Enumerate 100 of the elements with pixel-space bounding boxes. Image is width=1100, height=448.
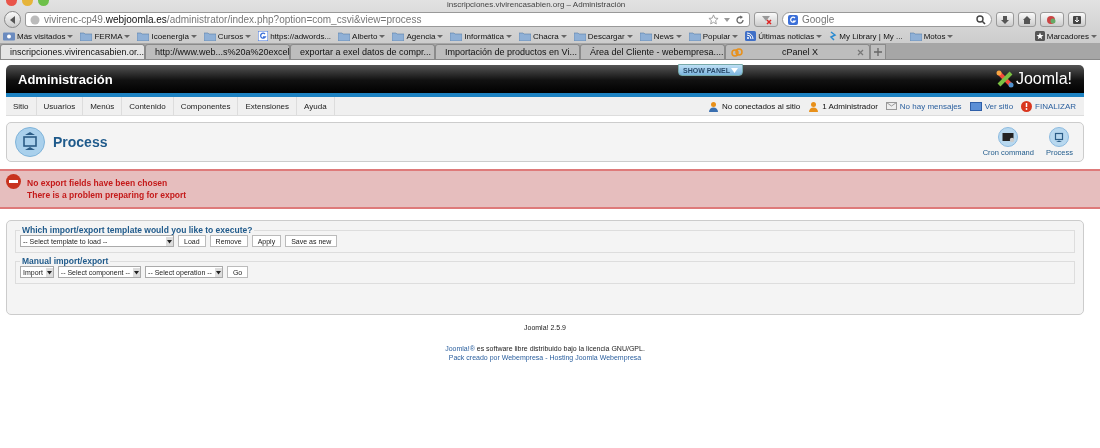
user-icon: [707, 100, 719, 112]
admin-title: Administración: [18, 71, 113, 87]
bookmark-item[interactable]: Icoenergia: [137, 31, 197, 41]
folder-icon: [450, 31, 463, 41]
screen-icon: [15, 127, 45, 157]
browser-tab[interactable]: exportar a exel datos de compr...: [290, 44, 435, 59]
menu-item[interactable]: Usuarios: [36, 97, 84, 115]
caret-icon: [437, 33, 444, 39]
menu-item[interactable]: Componentes: [173, 97, 239, 115]
g-letter-icon: [258, 31, 269, 41]
chain-icon: [731, 47, 743, 57]
bookmark-item[interactable]: Últimas noticias: [745, 31, 823, 41]
dropdown-icon: [214, 267, 222, 277]
bookmark-item[interactable]: Alberto: [338, 31, 386, 41]
caret-icon: [626, 33, 633, 39]
star-icon: [1034, 31, 1045, 41]
menu-item[interactable]: Menús: [83, 97, 123, 115]
bookmark-item[interactable]: Popular: [688, 31, 739, 41]
browser-tab[interactable]: Área del Cliente - webempresa....: [580, 44, 725, 59]
caret-icon: [947, 33, 954, 39]
error-text: There is a problem preparing for export: [27, 190, 187, 200]
bookmark-item[interactable]: Agencia: [392, 31, 444, 41]
caret-icon: [560, 33, 567, 39]
folder-icon: [688, 31, 701, 41]
reload-icon[interactable]: [735, 14, 745, 25]
screen-icon: [1049, 127, 1070, 147]
star-icon[interactable]: [708, 14, 719, 25]
status-link[interactable]: 1 Administrador: [808, 97, 878, 115]
menu-item[interactable]: Contenido: [122, 97, 174, 115]
caret-icon: [245, 33, 252, 39]
bookmark-item[interactable]: Motos: [909, 31, 954, 41]
globe-icon: [30, 14, 40, 25]
monitor-icon: [969, 101, 982, 111]
menu-item[interactable]: Sitio: [6, 97, 37, 115]
bookmark-item[interactable]: FERMA: [80, 31, 131, 41]
blocked-download-icon: [760, 14, 772, 25]
bookmark-item[interactable]: Más visitados: [3, 31, 74, 41]
folder-icon: [573, 31, 586, 41]
bookmark-item[interactable]: News: [639, 31, 682, 41]
power-icon: [1021, 100, 1033, 112]
caret-icon: [190, 33, 197, 39]
folder-icon: [518, 31, 531, 41]
extension-button[interactable]: [1040, 12, 1064, 27]
caret-icon: [730, 67, 738, 73]
browser-tab[interactable]: http://www.web...s%20a%20excel: [145, 44, 290, 59]
user-icon: [808, 100, 820, 112]
folder-icon: [203, 31, 216, 41]
status-link[interactable]: Ver sitio: [969, 97, 1014, 115]
bookmark-item[interactable]: Informática: [450, 31, 512, 41]
folder-icon: [338, 31, 351, 41]
brand-name: Joomla!: [1015, 70, 1072, 88]
bookmark-item[interactable]: My Library | My ...: [829, 31, 903, 41]
downloads-button[interactable]: [996, 12, 1014, 27]
status-link[interactable]: FINALIZAR: [1021, 97, 1076, 115]
caret-icon: [505, 33, 512, 39]
dropdown-icon[interactable]: [723, 15, 731, 24]
joomla-logo-icon: [995, 70, 1014, 88]
no-entry-icon: [6, 174, 21, 189]
dropdown-icon: [166, 236, 173, 246]
dropdown-icon: [133, 267, 141, 277]
squiggle-icon: [829, 31, 838, 41]
menu-item[interactable]: Ayuda: [297, 97, 335, 115]
home-icon: [1022, 14, 1032, 25]
address-field[interactable]: vivirenc-cp49.webjoomla.es/administrator/index.php?option=com_csvi&view=process: [25, 12, 750, 27]
bookmarks-menu[interactable]: Marcadores: [1034, 31, 1097, 41]
bookmark-folder-icon: [3, 31, 15, 41]
menu-button[interactable]: [1068, 12, 1086, 27]
envelope-icon: [885, 101, 897, 111]
browser-tab[interactable]: Importación de productos en Vi...: [435, 44, 580, 59]
browser-tab[interactable]: inscripciones.vivirencasabien.or...: [0, 44, 145, 59]
addon-button[interactable]: [754, 12, 778, 27]
bookmark-item[interactable]: Cursos: [203, 31, 252, 41]
plus-icon: [874, 48, 882, 56]
caret-icon: [124, 33, 131, 39]
menu-item[interactable]: Extensiones: [238, 97, 298, 115]
folder-icon: [392, 31, 405, 41]
search-icon[interactable]: [976, 14, 986, 25]
dropdown-icon: [45, 267, 53, 277]
new-tab-button[interactable]: [870, 44, 886, 59]
bookmark-item[interactable]: Chacra: [518, 31, 567, 41]
section-legend: Which import/export template would you like to execute?: [20, 225, 255, 235]
section-legend: Manual import/export: [20, 256, 111, 266]
back-button[interactable]: [4, 11, 21, 28]
window-title: inscripciones.vivirencasabien.org – Administración: [447, 0, 626, 10]
folder-icon: [639, 31, 652, 41]
status-link[interactable]: No hay mensajes: [885, 97, 962, 115]
caret-icon: [732, 33, 739, 39]
search-field[interactable]: Google: [782, 12, 992, 27]
bookmark-item[interactable]: https://adwords...: [258, 31, 332, 41]
caret-icon: [379, 33, 386, 39]
google-icon: [788, 14, 798, 25]
folder-icon: [137, 31, 150, 41]
folder-icon: [909, 31, 922, 41]
extension-icon: [1046, 14, 1058, 25]
bookmark-item[interactable]: Descargar: [573, 31, 633, 41]
terminal-icon: [998, 127, 1019, 147]
close-icon[interactable]: [857, 48, 864, 56]
status-link[interactable]: No conectados al sitio: [707, 97, 801, 115]
browser-tab[interactable]: cPanel X: [725, 44, 870, 59]
home-button[interactable]: [1018, 12, 1036, 27]
